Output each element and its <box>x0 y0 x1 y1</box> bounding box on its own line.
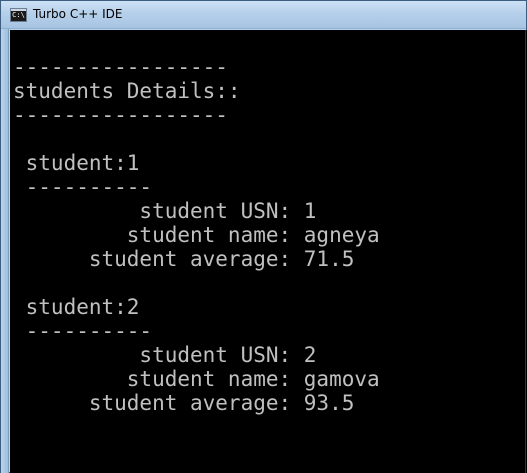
student-separator: ---------- <box>13 175 153 199</box>
student-heading: student:1 <box>13 151 140 175</box>
student-separator: ---------- <box>13 319 153 343</box>
student-average-line: student average: 71.5 <box>13 247 355 271</box>
separator-line: ----------------- <box>13 55 228 79</box>
console-output[interactable]: ----------------- students Details:: ---… <box>10 30 527 473</box>
console-window: C:\ Turbo C++ IDE ----------------- stud… <box>0 0 527 473</box>
console-app-icon[interactable]: C:\ <box>10 8 27 22</box>
student-usn-line: student USN: 1 <box>13 199 317 223</box>
student-average-line: student average: 93.5 <box>13 391 355 415</box>
student-name-line: student name: gamova <box>13 367 380 391</box>
student-heading: student:2 <box>13 295 140 319</box>
section-heading: students Details:: <box>13 79 241 103</box>
window-right-edge <box>525 30 526 473</box>
separator-line: ----------------- <box>13 103 228 127</box>
student-usn-line: student USN: 2 <box>13 343 317 367</box>
window-left-frame <box>1 29 9 473</box>
window-title: Turbo C++ IDE <box>33 7 123 21</box>
title-bar[interactable]: C:\ Turbo C++ IDE <box>1 1 526 29</box>
student-name-line: student name: agneya <box>13 223 380 247</box>
